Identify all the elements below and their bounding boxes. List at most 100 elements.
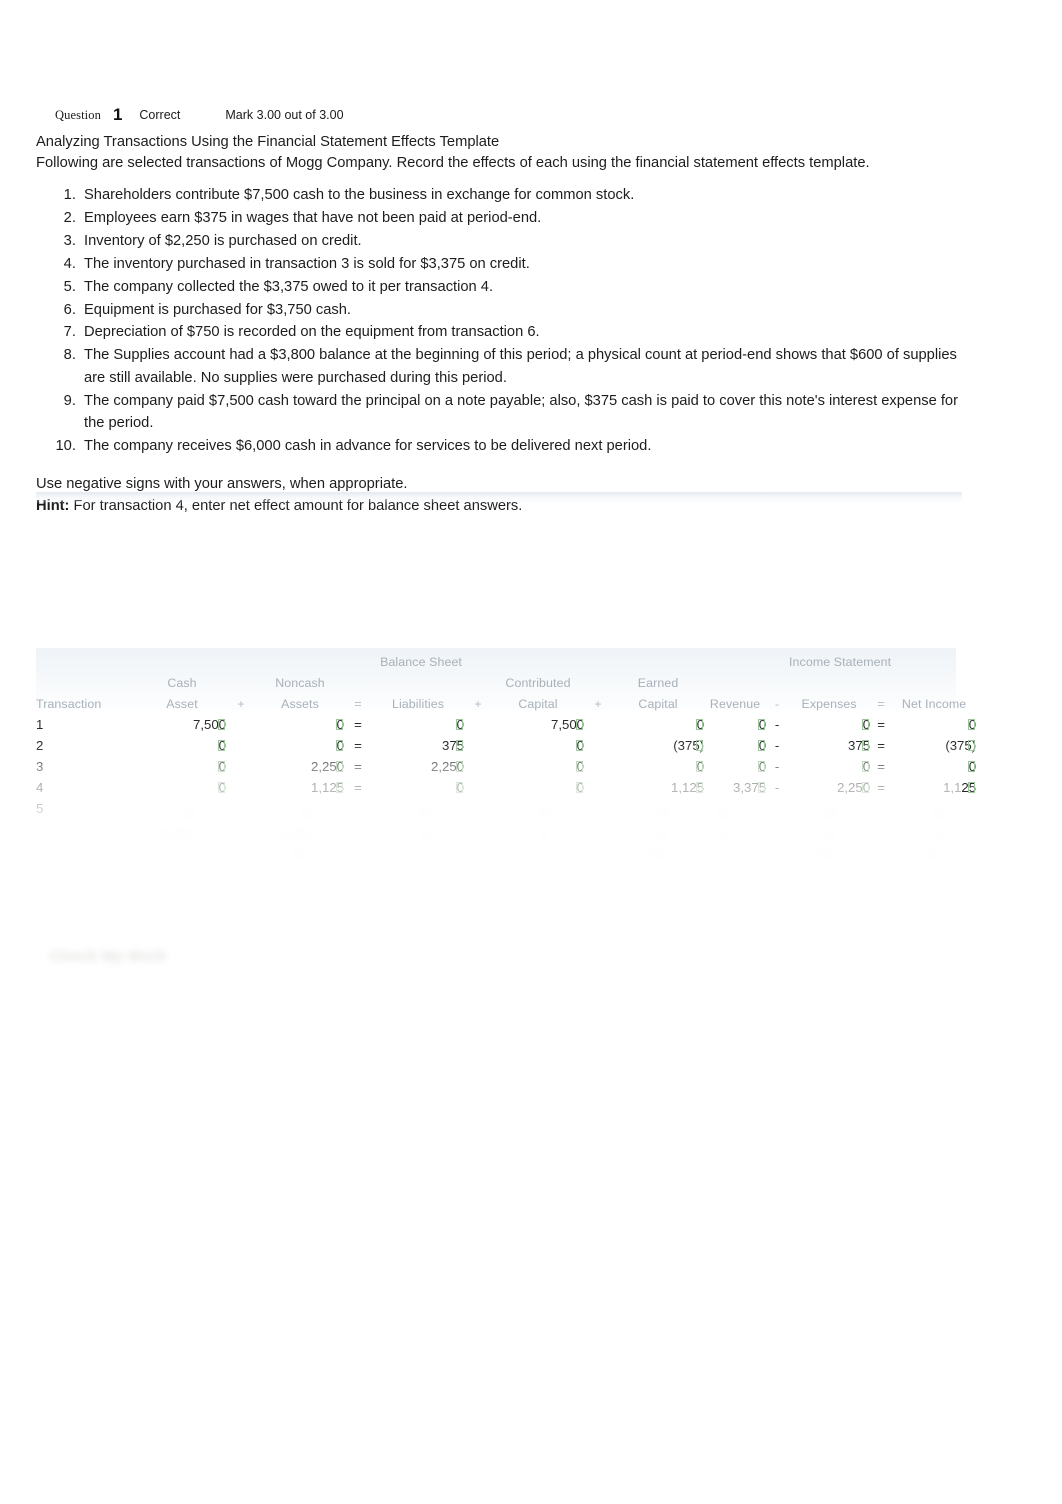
cell-net-income[interactable]: 0: [892, 753, 976, 774]
spacer-cell: [344, 669, 372, 690]
cell-cash-asset[interactable]: 0: [138, 732, 226, 753]
cell-expenses[interactable]: 0: [788, 711, 870, 732]
cell-transaction: 3: [36, 759, 44, 774]
cell-contributed-capital[interactable]: 0: [492, 774, 584, 795]
cell-transaction: 4: [36, 780, 44, 795]
question-number: 1: [112, 105, 123, 124]
column-header-net-income: Net Income: [901, 697, 967, 711]
cell-earned-capital[interactable]: 0: [612, 753, 704, 774]
cell-contributed-capital[interactable]: 7,500: [492, 711, 584, 732]
table-group-row: Balance Sheet Income Statement: [36, 648, 976, 669]
answer-marker-icon: [336, 740, 343, 751]
answer-marker-icon: [696, 719, 704, 730]
cell-transaction: 1: [36, 717, 44, 732]
cell-contributed-capital[interactable]: 0: [492, 753, 584, 774]
cell-cash-asset[interactable]: 7,500: [138, 711, 226, 732]
transaction-list: Shareholders contribute $7,500 cash to t…: [36, 184, 966, 457]
answer-marker-icon: [336, 719, 343, 730]
answer-marker-icon: [758, 719, 766, 730]
cell-revenue[interactable]: 0: [704, 732, 766, 753]
spacer-cell: [870, 669, 892, 690]
cell-noncash-assets[interactable]: 0: [256, 711, 344, 732]
row-operator-minus: -: [774, 759, 780, 774]
cell-noncash-assets[interactable]: 0: [256, 732, 344, 753]
hint-label: Hint:: [36, 498, 70, 515]
faded-check-my-work-text: Check My Work: [50, 948, 167, 965]
cell-liabilities[interactable]: [372, 795, 464, 816]
spacer-cell: [372, 669, 464, 690]
list-item: Depreciation of $750 is recorded on the …: [80, 321, 966, 343]
row-operator-equals-2: =: [877, 717, 885, 732]
answer-marker-icon: [576, 782, 583, 793]
cell-cash-asset[interactable]: 0: [138, 753, 226, 774]
op-spacer: [226, 732, 256, 753]
spacer-cell: [36, 669, 138, 690]
row-operator-equals: =: [354, 717, 362, 732]
op-spacer: [226, 711, 256, 732]
row-operator-minus: -: [774, 738, 780, 753]
question-label: Question: [55, 108, 101, 122]
cell-contributed-capital[interactable]: [492, 795, 584, 816]
cell-expenses[interactable]: 375: [788, 732, 870, 753]
row-operator-equals: =: [354, 738, 362, 753]
group-title-balance-sheet: Balance Sheet: [380, 655, 462, 669]
operator-plus-3: +: [594, 697, 602, 711]
cell-liabilities[interactable]: 375: [372, 732, 464, 753]
financial-statement-effects-template: Balance Sheet Income Statement Cash Nonc…: [36, 648, 976, 934]
cell-noncash-assets[interactable]: 2,250: [256, 753, 344, 774]
cell-revenue[interactable]: 0: [704, 753, 766, 774]
question-body: Analyzing Transactions Using the Financi…: [36, 132, 966, 517]
cell-liabilities[interactable]: 0: [372, 711, 464, 732]
cell-net-income[interactable]: [892, 795, 976, 816]
answer-marker-icon: [218, 740, 225, 751]
cell-expenses[interactable]: 2,250: [788, 774, 870, 795]
answer-marker-icon: [456, 782, 463, 793]
answer-marker-icon: [862, 782, 870, 793]
cell-cash-asset[interactable]: [138, 795, 226, 816]
cell-expenses[interactable]: [788, 795, 870, 816]
cell-net-income[interactable]: 1,125: [892, 774, 976, 795]
cell-earned-capital[interactable]: [612, 795, 704, 816]
cell-expenses[interactable]: 0: [788, 753, 870, 774]
cell-liabilities[interactable]: 2,250: [372, 753, 464, 774]
cell-cash-asset[interactable]: 0: [138, 774, 226, 795]
answer-marker-icon: [456, 719, 463, 730]
row-operator-equals: [344, 795, 372, 816]
list-item: The company collected the $3,375 owed to…: [80, 276, 966, 298]
column-header-revenue: Revenue: [709, 697, 761, 711]
row-operator-equals: =: [354, 759, 362, 774]
answer-marker-icon: [968, 782, 976, 793]
cell-net-income[interactable]: (375): [892, 732, 976, 753]
spacer-cell: [464, 669, 492, 690]
header-noncash: Noncash: [275, 676, 325, 690]
hint-line: Hint: For transaction 4, enter net effec…: [36, 496, 966, 517]
cell-revenue[interactable]: 3,375: [704, 774, 766, 795]
answer-marker-icon: [862, 719, 870, 730]
cell-contributed-capital[interactable]: 0: [492, 732, 584, 753]
answer-marker-icon: [968, 761, 976, 772]
effects-table: Balance Sheet Income Statement Cash Nonc…: [36, 648, 976, 816]
op-spacer: [584, 795, 612, 816]
question-mark-text: Mark 3.00 out of 3.00: [225, 108, 344, 122]
cell-revenue[interactable]: 0: [704, 711, 766, 732]
answer-marker-icon: [758, 761, 766, 772]
cell-noncash-assets[interactable]: [256, 795, 344, 816]
group-title-income-statement: Income Statement: [789, 655, 892, 669]
list-item: The company paid $7,500 cash toward the …: [80, 390, 966, 435]
cell-net-income[interactable]: 0: [892, 711, 976, 732]
table-row: 4 0 1,125 = 0 0 1,125 3,375 - 2,250 = 1,…: [36, 774, 976, 795]
op-spacer: [464, 753, 492, 774]
cell-earned-capital[interactable]: (375): [612, 732, 704, 753]
cell-earned-capital[interactable]: 1,125: [612, 774, 704, 795]
table-row: 1 7,500 0 = 0 7,500 0 0 - 0 = 0: [36, 711, 976, 732]
cell-earned-capital[interactable]: 0: [612, 711, 704, 732]
op-spacer: [464, 774, 492, 795]
cell-revenue[interactable]: [704, 795, 766, 816]
cell-noncash-assets[interactable]: 1,125: [256, 774, 344, 795]
question-title: Analyzing Transactions Using the Financi…: [36, 134, 500, 150]
question-state-badge: Correct: [139, 108, 181, 122]
cell-liabilities[interactable]: 0: [372, 774, 464, 795]
answer-marker-icon: [576, 761, 583, 772]
list-item: The company receives $6,000 cash in adva…: [80, 435, 966, 457]
operator-plus-1: +: [237, 697, 245, 711]
